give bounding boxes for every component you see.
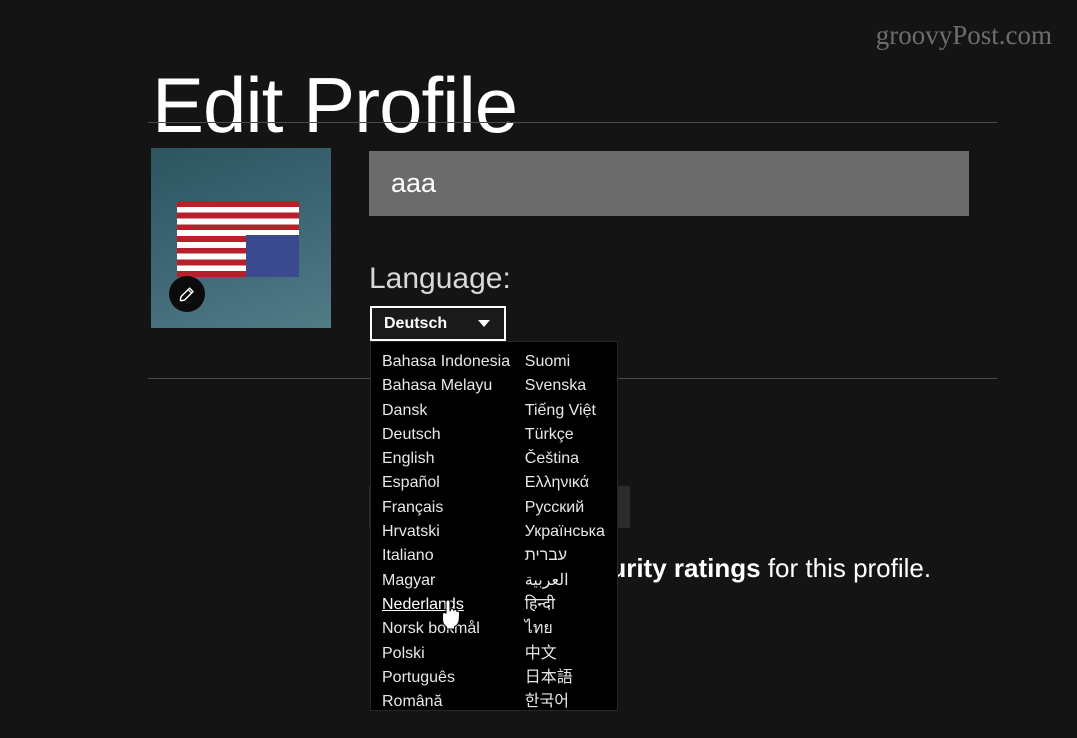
language-option[interactable]: Ελληνικά — [525, 471, 617, 495]
language-option[interactable]: Bahasa Indonesia — [382, 350, 522, 374]
chevron-down-icon — [478, 320, 490, 327]
language-option[interactable]: Magyar — [382, 569, 522, 593]
language-options-column-right: Suomi Svenska Tiếng Việt Türkçe Čeština Ελλην… — [522, 350, 617, 710]
language-option[interactable]: Italiano — [382, 544, 522, 568]
profile-name-input[interactable] — [369, 151, 969, 216]
language-option[interactable]: 日本語 — [525, 666, 617, 690]
language-option[interactable]: Français — [382, 496, 522, 520]
language-option[interactable]: Español — [382, 471, 522, 495]
language-label: Language: — [369, 262, 511, 295]
language-option[interactable]: עברית — [525, 544, 617, 568]
profile-avatar[interactable] — [151, 148, 331, 328]
language-option[interactable]: Bahasa Melayu — [382, 374, 522, 398]
language-dropdown-panel[interactable]: Bahasa Indonesia Bahasa Melayu Dansk Deutsc… — [370, 341, 618, 711]
language-option[interactable]: 中文 — [525, 642, 617, 666]
page-title: Edit Profile — [152, 61, 518, 150]
language-option[interactable]: ไทย — [525, 617, 617, 641]
pencil-icon[interactable] — [169, 276, 205, 312]
language-option[interactable]: Українська — [525, 520, 617, 544]
language-select-button[interactable]: Deutsch — [370, 306, 506, 341]
site-watermark: groovyPost.com — [875, 20, 1052, 50]
language-select-value: Deutsch — [384, 314, 448, 332]
language-options-column-left: Bahasa Indonesia Bahasa Melayu Dansk Deutsc… — [371, 350, 522, 710]
language-option[interactable]: Português — [382, 666, 522, 690]
language-option[interactable]: 한국어 — [525, 690, 617, 714]
maturity-desc-suffix: for this profile. — [760, 553, 932, 583]
language-option[interactable]: Tiếng Việt — [525, 399, 617, 423]
flag-canton — [246, 235, 299, 277]
language-option[interactable]: Hrvatski — [382, 520, 522, 544]
language-option[interactable]: Čeština — [525, 447, 617, 471]
language-option[interactable]: Suomi — [525, 350, 617, 374]
language-option[interactable]: हिन्दी — [525, 593, 617, 617]
language-option[interactable]: Svenska — [525, 374, 617, 398]
language-option[interactable]: Nederlands — [382, 593, 522, 617]
divider-top — [148, 122, 997, 123]
language-option[interactable]: العربية — [525, 569, 617, 593]
language-option[interactable]: Română — [382, 690, 522, 714]
flag-image — [177, 201, 299, 277]
language-option[interactable]: English — [382, 447, 522, 471]
language-option[interactable]: Dansk — [382, 399, 522, 423]
language-option[interactable]: Polski — [382, 642, 522, 666]
language-option[interactable]: Русский — [525, 496, 617, 520]
language-option[interactable]: Deutsch — [382, 423, 522, 447]
language-option[interactable]: Norsk bokmål — [382, 617, 522, 641]
language-option[interactable]: Türkçe — [525, 423, 617, 447]
